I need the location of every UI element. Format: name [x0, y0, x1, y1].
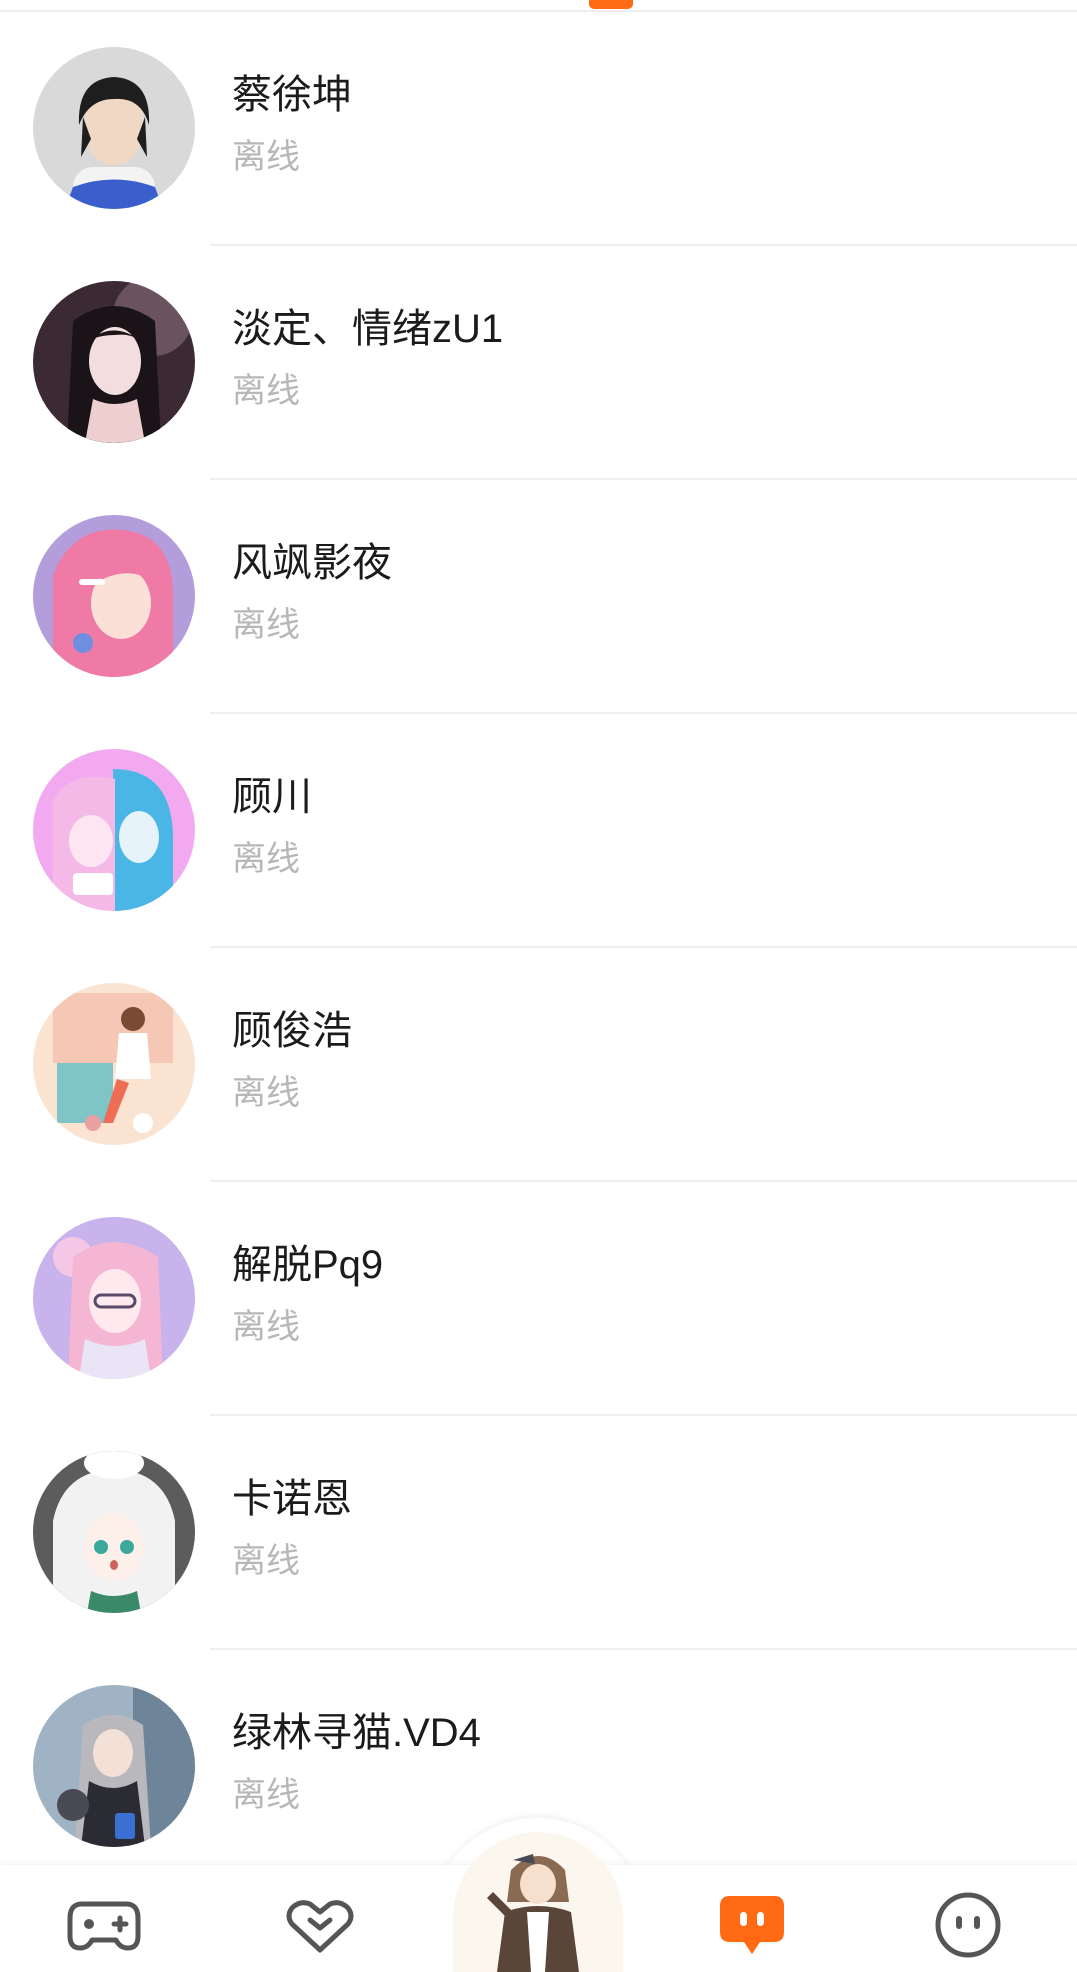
friend-name: 绿林寻猫.VD4: [232, 1711, 481, 1755]
friend-status: 离线: [232, 606, 300, 644]
friend-name: 蔡徐坤: [232, 73, 352, 117]
friend-avatar[interactable]: [33, 1217, 195, 1379]
gamepad-icon: [66, 1894, 142, 1956]
friend-row[interactable]: 蔡徐坤 离线: [0, 12, 1077, 246]
friend-avatar[interactable]: [33, 1451, 195, 1613]
friend-avatar[interactable]: [33, 983, 195, 1145]
friend-status: 离线: [232, 1308, 300, 1346]
friend-name: 卡诺恩: [232, 1477, 352, 1521]
friend-status: 离线: [232, 840, 300, 878]
friend-name: 解脱Pq9: [232, 1243, 384, 1287]
friend-name: 淡定、情绪zU1: [232, 307, 504, 351]
nav-game[interactable]: [64, 1890, 144, 1960]
friend-status: 离线: [232, 138, 300, 176]
heart-icon: [284, 1894, 356, 1956]
friend-status: 离线: [232, 1074, 300, 1112]
friend-status: 离线: [232, 1776, 300, 1814]
friend-name: 风飒影夜: [232, 541, 392, 585]
friend-avatar[interactable]: [33, 749, 195, 911]
friend-row[interactable]: 卡诺恩 离线: [0, 1416, 1077, 1650]
friend-avatar[interactable]: [33, 515, 195, 677]
nav-heart[interactable]: [280, 1890, 360, 1960]
friend-row[interactable]: 风飒影夜 离线: [0, 480, 1077, 714]
friend-row[interactable]: 解脱Pq9 离线: [0, 1182, 1077, 1416]
friend-status: 离线: [232, 372, 300, 410]
nav-profile[interactable]: [928, 1890, 1008, 1960]
friend-list: 蔡徐坤 离线 淡定、情绪zU1 离线 风飒影夜 离线 顾川 离线 顾俊浩 离线 …: [0, 12, 1077, 1884]
friend-name: 顾川: [232, 775, 312, 819]
chat-bubble-icon: [716, 1892, 788, 1958]
friend-row[interactable]: 淡定、情绪zU1 离线: [0, 246, 1077, 480]
friend-status: 离线: [232, 1542, 300, 1580]
friend-avatar[interactable]: [33, 1685, 195, 1847]
friend-row[interactable]: 顾俊浩 离线: [0, 948, 1077, 1182]
nav-messages[interactable]: [712, 1890, 792, 1960]
friend-avatar[interactable]: [33, 281, 195, 443]
friend-avatar[interactable]: [33, 47, 195, 209]
smiley-face-icon: [933, 1890, 1003, 1960]
friend-row[interactable]: 顾川 离线: [0, 714, 1077, 948]
active-tab-indicator: [589, 0, 633, 9]
friend-name: 顾俊浩: [232, 1009, 352, 1053]
